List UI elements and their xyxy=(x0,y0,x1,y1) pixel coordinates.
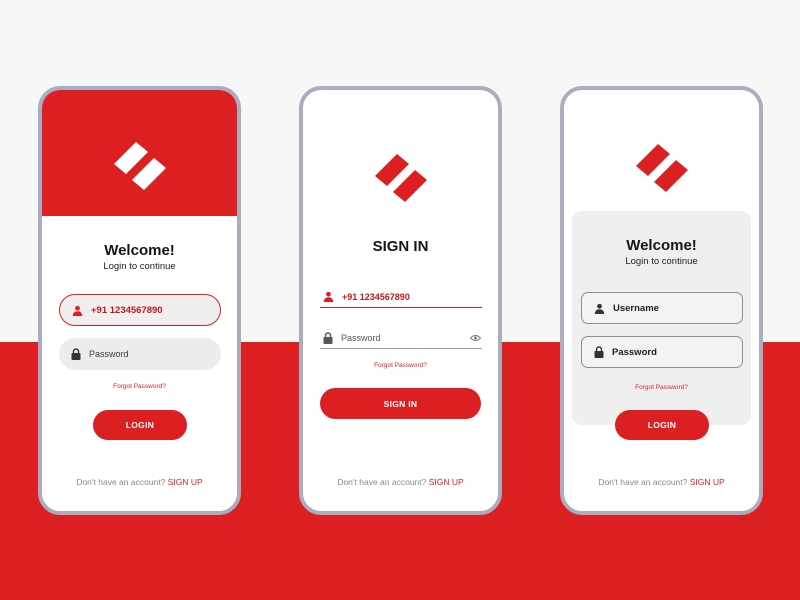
password-input[interactable]: Password xyxy=(320,327,482,349)
brand-logo xyxy=(634,142,690,192)
phone-value: +91 1234567890 xyxy=(342,291,410,302)
sign-in-button[interactable]: SIGN IN xyxy=(320,388,481,419)
username-input[interactable]: Username xyxy=(581,292,743,324)
welcome-subtitle: Login to continue xyxy=(103,261,176,272)
login-button[interactable]: LOGIN xyxy=(615,410,709,440)
password-placeholder: Password xyxy=(612,346,657,358)
signup-prompt: Don't have an account? SIGN UP xyxy=(564,477,759,487)
forgot-password-link[interactable]: Forgot Password? xyxy=(42,383,237,390)
login-button[interactable]: LOGIN xyxy=(93,410,187,440)
phone-mockup-sign-in: SIGN IN +91 1234567890 Password Forgot P… xyxy=(299,86,502,515)
phone-mockup-welcome-red: Welcome! Login to continue +91 123456789… xyxy=(38,86,241,515)
lock-icon xyxy=(71,348,81,360)
forgot-password-link[interactable]: Forgot Password? xyxy=(303,362,498,369)
signup-prompt-text: Don't have an account? xyxy=(337,477,427,487)
password-placeholder: Password xyxy=(89,349,129,359)
username-placeholder: Username xyxy=(613,302,659,314)
password-placeholder: Password xyxy=(341,332,381,343)
eye-icon[interactable] xyxy=(470,334,481,342)
signup-prompt-text: Don't have an account? xyxy=(76,477,166,487)
welcome-title: Welcome! xyxy=(626,237,697,254)
phone-input[interactable]: +91 1234567890 xyxy=(320,286,482,308)
signup-prompt: Don't have an account? SIGN UP xyxy=(303,477,498,487)
forgot-password-link[interactable]: Forgot Password? xyxy=(564,384,759,391)
user-icon xyxy=(72,305,83,316)
signup-link[interactable]: SIGN UP xyxy=(429,477,464,487)
phone-value: +91 1234567890 xyxy=(91,304,163,316)
password-input[interactable]: Password xyxy=(59,338,221,370)
brand-logo xyxy=(373,152,429,202)
password-input[interactable]: Password xyxy=(581,336,743,368)
user-icon xyxy=(594,303,605,314)
phone-input[interactable]: +91 1234567890 xyxy=(59,294,221,326)
lock-icon xyxy=(594,346,604,358)
welcome-title: Welcome! xyxy=(104,242,175,259)
signup-prompt-text: Don't have an account? xyxy=(598,477,688,487)
signup-prompt: Don't have an account? SIGN UP xyxy=(42,477,237,487)
signup-link[interactable]: SIGN UP xyxy=(690,477,725,487)
welcome-subtitle: Login to continue xyxy=(625,256,698,267)
lock-icon xyxy=(323,331,333,344)
sign-in-title: SIGN IN xyxy=(372,238,429,255)
phone-mockup-welcome-card: Welcome! Login to continue Username Pass… xyxy=(560,86,763,515)
user-icon xyxy=(323,291,334,302)
brand-logo xyxy=(112,140,168,190)
signup-link[interactable]: SIGN UP xyxy=(168,477,203,487)
